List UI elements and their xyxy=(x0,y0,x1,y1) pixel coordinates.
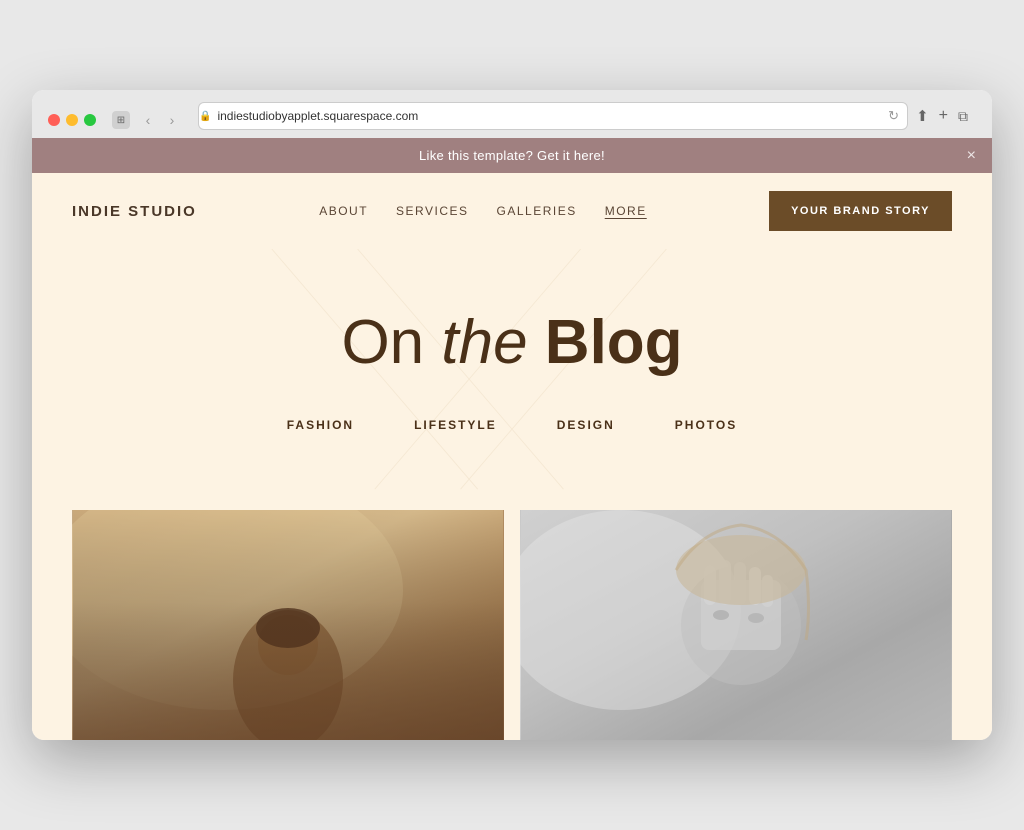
blog-categories: FASHION LIFESTYLE DESIGN PHOTOS xyxy=(72,410,952,440)
card-1-svg xyxy=(72,510,504,740)
tabs-icon[interactable]: ⧉ xyxy=(958,108,968,125)
hero-section: On the Blog FASHION LIFESTYLE DESIGN PHO… xyxy=(32,249,992,489)
category-design[interactable]: DESIGN xyxy=(557,418,615,432)
address-bar[interactable]: 🔒 indiestudiobyapplet.squarespace.com ↻ xyxy=(198,102,908,130)
card-2-image xyxy=(520,510,952,740)
hero-title-blog: Blog xyxy=(528,308,683,377)
blog-card-2[interactable] xyxy=(520,510,952,740)
banner-text: Like this template? Get it here! xyxy=(419,148,605,163)
category-lifestyle[interactable]: LIFESTYLE xyxy=(414,418,497,432)
new-tab-icon[interactable]: + xyxy=(939,107,948,125)
nav-link-services[interactable]: SERVICES xyxy=(396,204,468,218)
hero-title-the: the xyxy=(441,308,527,377)
nav-arrows: ‹ › xyxy=(138,110,182,130)
traffic-lights xyxy=(48,114,96,126)
brand-story-button[interactable]: YOUR BRAND STORY xyxy=(769,191,952,231)
hero-title-on: On xyxy=(341,308,441,377)
refresh-icon[interactable]: ↻ xyxy=(888,108,899,124)
blog-cards xyxy=(32,490,992,740)
category-fashion[interactable]: FASHION xyxy=(287,418,354,432)
navigation: INDIE STUDIO ABOUT SERVICES GALLERIES MO… xyxy=(32,173,992,249)
card-2-svg xyxy=(520,510,952,740)
card-1-image xyxy=(72,510,504,740)
maximize-button[interactable] xyxy=(84,114,96,126)
browser-window: ⊞ ‹ › 🔒 indiestudiobyapplet.squarespace.… xyxy=(32,90,992,739)
nav-link-about[interactable]: ABOUT xyxy=(319,204,368,218)
lock-icon: 🔒 xyxy=(199,111,211,122)
browser-controls: ⊞ ‹ › 🔒 indiestudiobyapplet.squarespace.… xyxy=(48,102,976,138)
nav-link-more[interactable]: MORE xyxy=(605,204,647,218)
share-icon[interactable]: ⬆ xyxy=(916,107,929,125)
category-photos[interactable]: PHOTOS xyxy=(675,418,737,432)
nav-link-galleries[interactable]: GALLERIES xyxy=(497,204,577,218)
nav-links: ABOUT SERVICES GALLERIES MORE xyxy=(319,204,647,218)
announcement-banner: Like this template? Get it here! × xyxy=(32,138,992,173)
window-controls: ⊞ xyxy=(112,111,130,129)
forward-arrow[interactable]: › xyxy=(162,110,182,130)
close-icon[interactable]: × xyxy=(967,147,976,165)
hero-title: On the Blog xyxy=(72,309,952,377)
back-arrow[interactable]: ‹ xyxy=(138,110,158,130)
logo[interactable]: INDIE STUDIO xyxy=(72,203,197,220)
browser-chrome: ⊞ ‹ › 🔒 indiestudiobyapplet.squarespace.… xyxy=(32,90,992,138)
blog-card-1[interactable] xyxy=(72,510,504,740)
grid-icon[interactable]: ⊞ xyxy=(112,111,130,129)
close-button[interactable] xyxy=(48,114,60,126)
website-content: Like this template? Get it here! × INDIE… xyxy=(32,138,992,739)
minimize-button[interactable] xyxy=(66,114,78,126)
url-text: indiestudiobyapplet.squarespace.com xyxy=(217,109,418,123)
